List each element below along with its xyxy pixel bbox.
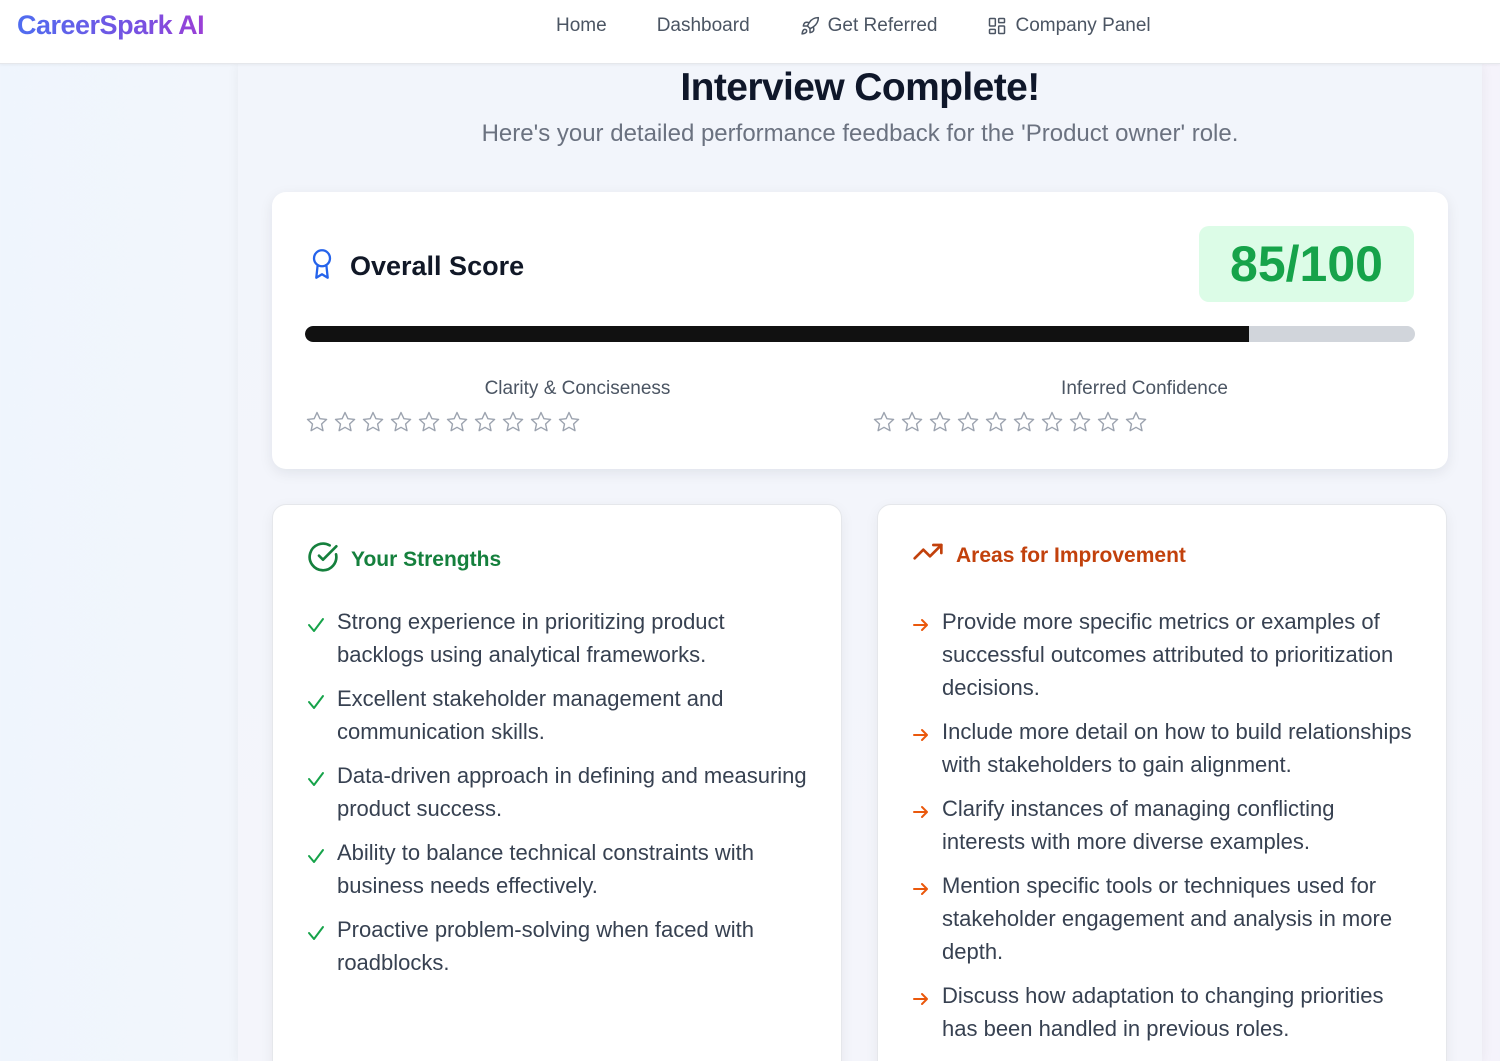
metric-confidence-stars xyxy=(872,410,1427,439)
brand-logo[interactable]: CareerSpark AI xyxy=(17,10,205,41)
strength-item-text: Ability to balance technical constraints… xyxy=(337,840,754,898)
score-progress-bar xyxy=(305,326,1415,342)
improvements-heading: Areas for Improvement xyxy=(956,543,1186,567)
overall-score-header: Overall Score xyxy=(308,248,524,285)
star-icon xyxy=(389,410,413,439)
arrow-right-icon xyxy=(912,727,930,748)
improvement-item-text: Provide more specific metrics or example… xyxy=(942,609,1394,700)
arrow-right-icon xyxy=(912,804,930,825)
improvements-card: Areas for Improvement Provide more speci… xyxy=(877,504,1447,1061)
check-circle-icon xyxy=(307,541,339,578)
star-icon xyxy=(956,410,980,439)
strength-item-text: Strong experience in prioritizing produc… xyxy=(337,609,725,667)
top-navbar: CareerSpark AI Home Dashboard Get Referr… xyxy=(0,0,1500,64)
improvement-item-text: Include more detail on how to build rela… xyxy=(942,719,1412,777)
improvement-item: Mention specific tools or techniques use… xyxy=(912,869,1416,968)
star-icon xyxy=(333,410,357,439)
star-icon xyxy=(473,410,497,439)
star-icon xyxy=(1012,410,1036,439)
check-icon xyxy=(307,694,325,715)
check-icon xyxy=(307,925,325,946)
strength-item: Excellent stakeholder management and com… xyxy=(307,682,811,748)
strength-item-text: Excellent stakeholder management and com… xyxy=(337,686,724,744)
improvement-item-text: Clarify instances of managing conflictin… xyxy=(942,796,1335,854)
improvement-item-text: Discuss how adaptation to changing prior… xyxy=(942,983,1384,1041)
star-icon xyxy=(928,410,952,439)
star-icon xyxy=(557,410,581,439)
nav-company-panel-label: Company Panel xyxy=(1015,15,1151,36)
score-badge: 85/100 xyxy=(1199,226,1414,302)
improvements-list: Provide more specific metrics or example… xyxy=(912,605,1416,1056)
metric-confidence: Inferred Confidence xyxy=(872,378,1427,439)
page-header: Interview Complete! Here's your detailed… xyxy=(238,64,1482,148)
strengths-header: Your Strengths xyxy=(307,541,501,578)
star-icon xyxy=(872,410,896,439)
metric-clarity-label: Clarity & Conciseness xyxy=(484,378,671,399)
improvement-item-text: Mention specific tools or techniques use… xyxy=(942,873,1393,964)
nav-home[interactable]: Home xyxy=(556,15,607,37)
metric-clarity: Clarity & Conciseness xyxy=(305,378,860,439)
strength-item-text: Data-driven approach in defining and mea… xyxy=(337,763,807,821)
star-icon xyxy=(361,410,385,439)
star-icon xyxy=(417,410,441,439)
strengths-card: Your Strengths Strong experience in prio… xyxy=(272,504,842,1061)
star-icon xyxy=(445,410,469,439)
star-icon xyxy=(501,410,525,439)
nav-get-referred[interactable]: Get Referred xyxy=(800,15,938,37)
star-icon xyxy=(1068,410,1092,439)
star-icon xyxy=(1040,410,1064,439)
strength-item: Strong experience in prioritizing produc… xyxy=(307,605,811,671)
star-icon xyxy=(900,410,924,439)
strength-item: Proactive problem-solving when faced wit… xyxy=(307,913,811,979)
page-subtitle: Here's your detailed performance feedbac… xyxy=(481,120,1239,147)
improvement-item: Provide more specific metrics or example… xyxy=(912,605,1416,704)
grid-icon xyxy=(987,16,1007,36)
page-title: Interview Complete! xyxy=(680,66,1040,109)
trending-up-icon xyxy=(912,541,944,570)
metric-confidence-label: Inferred Confidence xyxy=(1061,378,1228,399)
star-icon xyxy=(305,410,329,439)
overall-score-heading: Overall Score xyxy=(350,251,525,281)
improvement-item: Include more detail on how to build rela… xyxy=(912,715,1416,781)
star-icon xyxy=(1124,410,1148,439)
improvement-item: Discuss how adaptation to changing prior… xyxy=(912,979,1416,1045)
strength-item: Data-driven approach in defining and mea… xyxy=(307,759,811,825)
strength-item-text: Proactive problem-solving when faced wit… xyxy=(337,917,754,975)
star-icon xyxy=(529,410,553,439)
improvements-header: Areas for Improvement xyxy=(912,541,1186,570)
check-icon xyxy=(307,771,325,792)
arrow-right-icon xyxy=(912,617,930,638)
strengths-list: Strong experience in prioritizing produc… xyxy=(307,605,811,990)
metric-clarity-stars xyxy=(305,410,860,439)
check-icon xyxy=(307,848,325,869)
check-icon xyxy=(307,617,325,638)
overall-score-card: Overall Score 85/100 Clarity & Concisene… xyxy=(272,192,1448,469)
strengths-heading: Your Strengths xyxy=(351,547,502,571)
nav-get-referred-label: Get Referred xyxy=(827,15,938,36)
star-icon xyxy=(984,410,1008,439)
nav-dashboard-label: Dashboard xyxy=(656,15,750,36)
score-progress-fill xyxy=(305,326,1249,342)
nav-home-label: Home xyxy=(556,15,607,36)
award-icon xyxy=(308,248,336,285)
nav-dashboard[interactable]: Dashboard xyxy=(657,15,750,37)
nav-company-panel[interactable]: Company Panel xyxy=(987,15,1151,37)
arrow-right-icon xyxy=(912,991,930,1012)
rocket-icon xyxy=(800,16,820,36)
improvement-item: Clarify instances of managing conflictin… xyxy=(912,792,1416,858)
arrow-right-icon xyxy=(912,881,930,902)
star-icon xyxy=(1096,410,1120,439)
main-nav: Home Dashboard Get Referred Company Pane… xyxy=(556,0,1201,52)
strength-item: Ability to balance technical constraints… xyxy=(307,836,811,902)
